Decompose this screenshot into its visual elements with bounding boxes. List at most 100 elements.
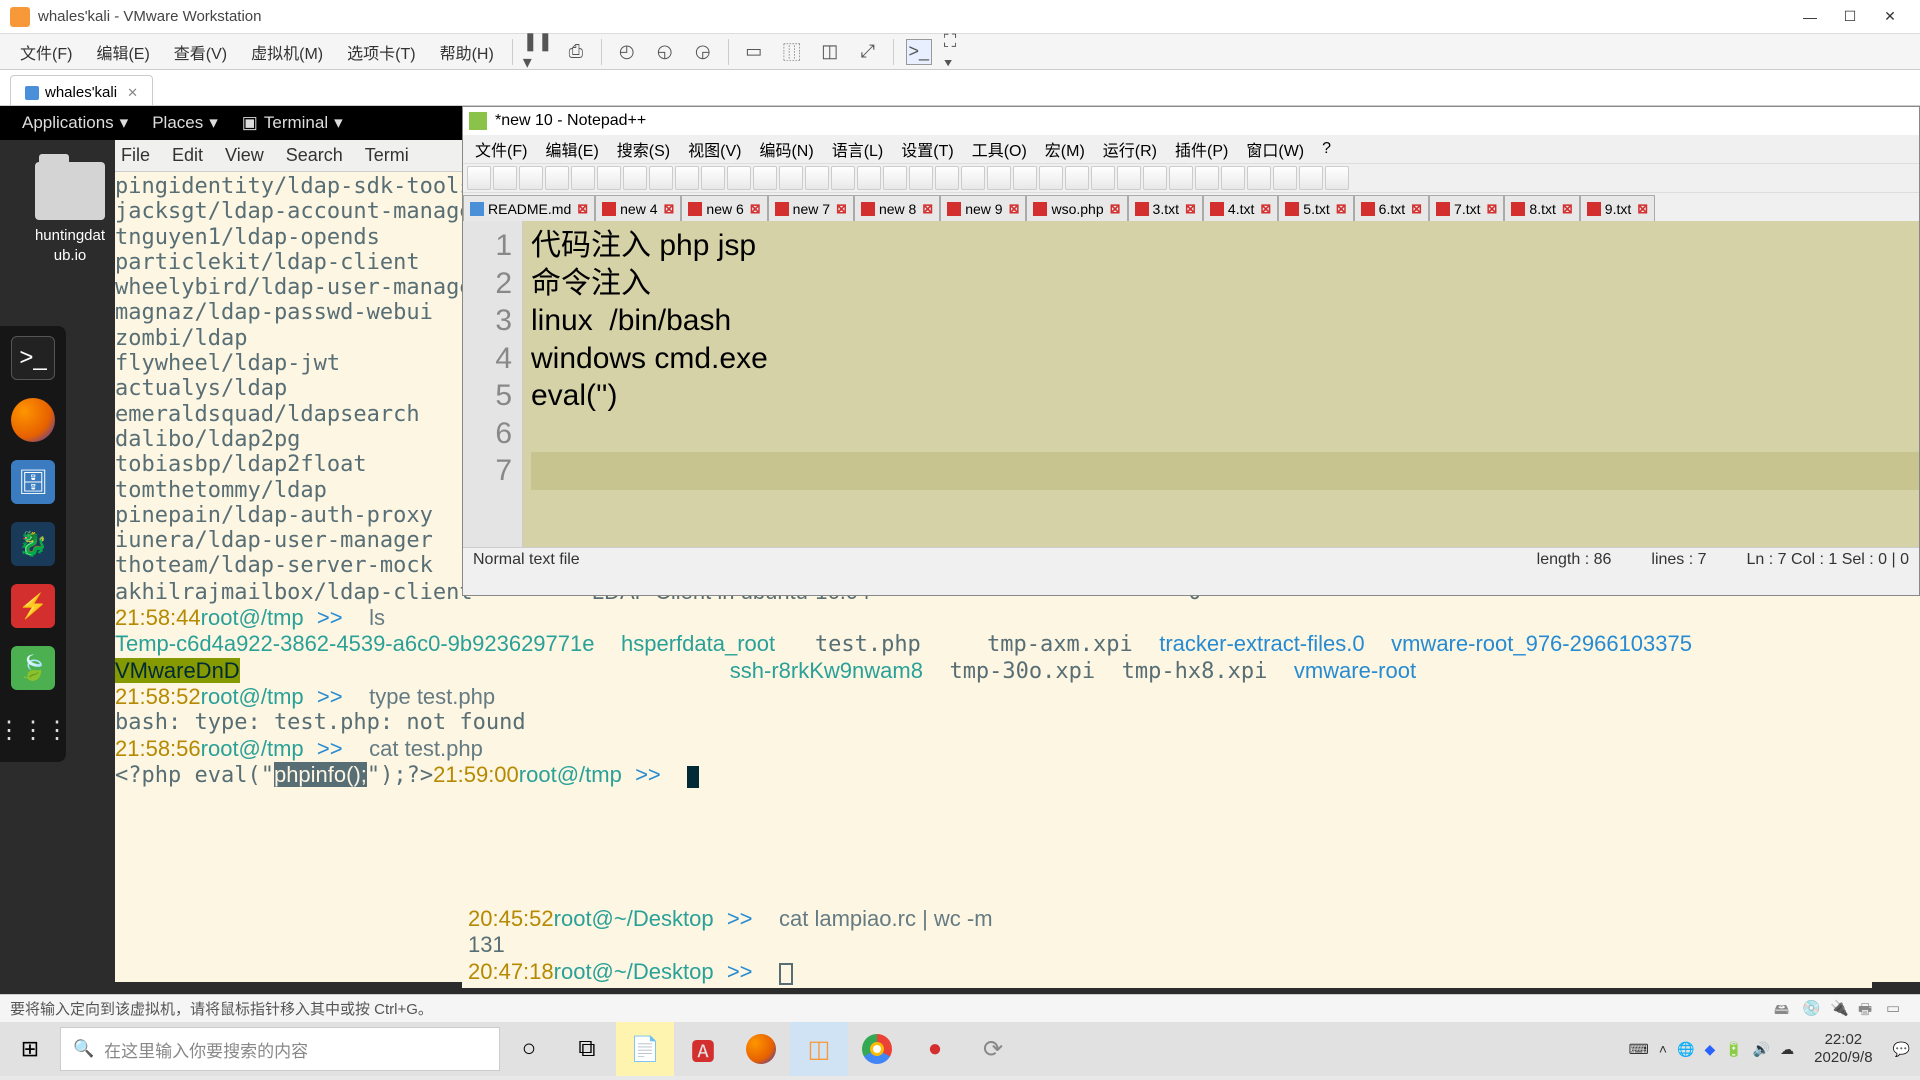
npp-menu-tools[interactable]: 工具(O) bbox=[964, 135, 1035, 163]
tab-close-icon[interactable]: ⊠ bbox=[1562, 201, 1573, 217]
vm-device-icon[interactable]: 🖴 bbox=[1774, 999, 1794, 1019]
dock-kali-icon[interactable]: 🐉 bbox=[11, 522, 55, 566]
menu-vm[interactable]: 虚拟机(M) bbox=[239, 36, 335, 68]
npp-toolbar-button[interactable] bbox=[1143, 166, 1167, 190]
npp-menu-view[interactable]: 视图(V) bbox=[680, 135, 749, 163]
npp-toolbar-button[interactable] bbox=[779, 166, 803, 190]
console-icon[interactable]: >_ bbox=[906, 39, 932, 65]
tab-close-icon[interactable]: ⊠ bbox=[577, 201, 588, 217]
tab-close-icon[interactable]: ⊠ bbox=[1009, 201, 1020, 217]
npp-tab[interactable]: wso.php⊠ bbox=[1026, 195, 1127, 221]
tab-close-icon[interactable]: ⊠ bbox=[1336, 201, 1347, 217]
taskbar-search[interactable]: 🔍 在这里输入你要搜索的内容 bbox=[60, 1027, 500, 1071]
npp-menu-lang[interactable]: 语言(L) bbox=[824, 135, 892, 163]
vm-device-icon[interactable]: ▭ bbox=[1886, 999, 1906, 1019]
npp-toolbar-button[interactable] bbox=[675, 166, 699, 190]
npp-tab[interactable]: new 4⊠ bbox=[595, 195, 681, 221]
desktop-folder-huntingdat[interactable]: huntingdat ub.io bbox=[20, 162, 120, 265]
npp-toolbar-button[interactable] bbox=[649, 166, 673, 190]
dock-leaf-icon[interactable]: 🍃 bbox=[11, 646, 55, 690]
term-menu-file[interactable]: File bbox=[121, 145, 150, 166]
npp-toolbar-button[interactable] bbox=[1195, 166, 1219, 190]
npp-menu-encoding[interactable]: 编码(N) bbox=[751, 135, 821, 163]
tab-close-icon[interactable]: ⊠ bbox=[1411, 201, 1422, 217]
vm-device-icon[interactable]: 💿 bbox=[1802, 999, 1822, 1019]
snapshot-revert-icon[interactable]: ◵ bbox=[652, 39, 678, 65]
keyboard-layout-icon[interactable]: ⌨ bbox=[1629, 1041, 1649, 1058]
npp-toolbar-button[interactable] bbox=[727, 166, 751, 190]
npp-tab[interactable]: new 6⊠ bbox=[681, 195, 767, 221]
menu-view[interactable]: 查看(V) bbox=[162, 36, 239, 68]
unity-icon[interactable]: ◫ bbox=[817, 39, 843, 65]
npp-toolbar-button[interactable] bbox=[883, 166, 907, 190]
close-button[interactable]: ✕ bbox=[1870, 2, 1910, 32]
term-menu-search[interactable]: Search bbox=[286, 145, 343, 166]
terminal-app-button[interactable]: ▣ Terminal ▾ bbox=[230, 113, 355, 133]
taskbar-firefox-icon[interactable] bbox=[732, 1022, 790, 1076]
npp-menu-macro[interactable]: 宏(M) bbox=[1037, 135, 1093, 163]
notepadpp-window[interactable]: *new 10 - Notepad++ 文件(F) 编辑(E) 搜索(S) 视图… bbox=[462, 106, 1920, 596]
dock-app-icon[interactable]: ⚡ bbox=[11, 584, 55, 628]
npp-toolbar-button[interactable] bbox=[857, 166, 881, 190]
tray-globe-icon[interactable]: 🌐 bbox=[1677, 1041, 1694, 1058]
tab-close-icon[interactable]: ⊠ bbox=[1185, 201, 1196, 217]
minimize-button[interactable]: — bbox=[1790, 2, 1830, 32]
cortana-icon[interactable]: ○ bbox=[500, 1022, 558, 1076]
npp-toolbar-button[interactable] bbox=[467, 166, 491, 190]
pause-vm-button[interactable]: ❚❚ ▾ bbox=[525, 39, 551, 65]
npp-menu-help[interactable]: ? bbox=[1314, 138, 1339, 160]
npp-toolbar-button[interactable] bbox=[1221, 166, 1245, 190]
vm-tab-whaleskali[interactable]: whales'kali ✕ bbox=[10, 75, 153, 105]
term-menu-terminal[interactable]: Termi bbox=[365, 145, 409, 166]
npp-tab[interactable]: 5.txt⊠ bbox=[1278, 195, 1353, 221]
vm-screen[interactable]: Applications ▾ Places ▾ ▣ Terminal ▾ Tue… bbox=[0, 106, 1920, 994]
npp-tab[interactable]: 4.txt⊠ bbox=[1203, 195, 1278, 221]
npp-toolbar-button[interactable] bbox=[1013, 166, 1037, 190]
vm-device-icon[interactable]: 🖶 bbox=[1858, 999, 1878, 1019]
npp-toolbar-button[interactable] bbox=[493, 166, 517, 190]
view-multi-icon[interactable]: ⿲ bbox=[779, 39, 805, 65]
npp-tab[interactable]: 3.txt⊠ bbox=[1128, 195, 1203, 221]
npp-toolbar-button[interactable] bbox=[597, 166, 621, 190]
npp-tab[interactable]: 7.txt⊠ bbox=[1429, 195, 1504, 221]
tab-close-icon[interactable]: ⊠ bbox=[1110, 201, 1121, 217]
npp-tab[interactable]: new 7⊠ bbox=[768, 195, 854, 221]
npp-toolbar-button[interactable] bbox=[805, 166, 829, 190]
npp-tab[interactable]: README.md⊠ bbox=[463, 195, 595, 221]
tray-chevron-icon[interactable]: ˄ bbox=[1659, 1041, 1667, 1057]
taskbar-sync-icon[interactable]: ⟳ bbox=[964, 1022, 1022, 1076]
npp-toolbar-button[interactable] bbox=[987, 166, 1011, 190]
npp-toolbar-button[interactable] bbox=[831, 166, 855, 190]
npp-menu-file[interactable]: 文件(F) bbox=[467, 135, 535, 163]
npp-toolbar-button[interactable] bbox=[623, 166, 647, 190]
npp-text-area[interactable]: 代码注入 php jsp 命令注入 linux /bin/bash window… bbox=[523, 221, 1919, 547]
taskbar-clock[interactable]: 22:02 2020/9/8 bbox=[1804, 1031, 1882, 1067]
menu-edit[interactable]: 编辑(E) bbox=[84, 36, 161, 68]
npp-toolbar-button[interactable] bbox=[545, 166, 569, 190]
npp-menu-edit[interactable]: 编辑(E) bbox=[537, 135, 606, 163]
taskbar-chrome-icon[interactable] bbox=[848, 1022, 906, 1076]
view-single-icon[interactable]: ▭ bbox=[741, 39, 767, 65]
npp-tab[interactable]: 9.txt⊠ bbox=[1580, 195, 1655, 221]
start-button[interactable]: ⊞ bbox=[0, 1022, 60, 1076]
npp-toolbar-button[interactable] bbox=[909, 166, 933, 190]
vm-snapshot-button[interactable]: ⎙ bbox=[563, 39, 589, 65]
tray-app-icon[interactable]: ◆ bbox=[1705, 1041, 1716, 1058]
term-menu-view[interactable]: View bbox=[225, 145, 264, 166]
menu-help[interactable]: 帮助(H) bbox=[428, 36, 506, 68]
dock-terminal-icon[interactable]: >_ bbox=[11, 336, 55, 380]
npp-toolbar-button[interactable] bbox=[1273, 166, 1297, 190]
npp-toolbar-button[interactable] bbox=[701, 166, 725, 190]
maximize-button[interactable]: ☐ bbox=[1830, 2, 1870, 32]
npp-toolbar-button[interactable] bbox=[961, 166, 985, 190]
npp-tab[interactable]: 8.txt⊠ bbox=[1504, 195, 1579, 221]
taskbar-pdf-icon[interactable]: 🅰 bbox=[674, 1022, 732, 1076]
snapshot-take-icon[interactable]: ◴ bbox=[614, 39, 640, 65]
tab-close-icon[interactable]: ⊠ bbox=[922, 201, 933, 217]
dock-apps-grid-icon[interactable]: ⋮⋮⋮ bbox=[11, 708, 55, 752]
npp-toolbar-button[interactable] bbox=[1065, 166, 1089, 190]
taskbar-record-icon[interactable]: ● bbox=[906, 1022, 964, 1076]
npp-toolbar-button[interactable] bbox=[1091, 166, 1115, 190]
applications-menu[interactable]: Applications ▾ bbox=[10, 113, 140, 133]
tab-close-icon[interactable]: ⊠ bbox=[1487, 201, 1498, 217]
